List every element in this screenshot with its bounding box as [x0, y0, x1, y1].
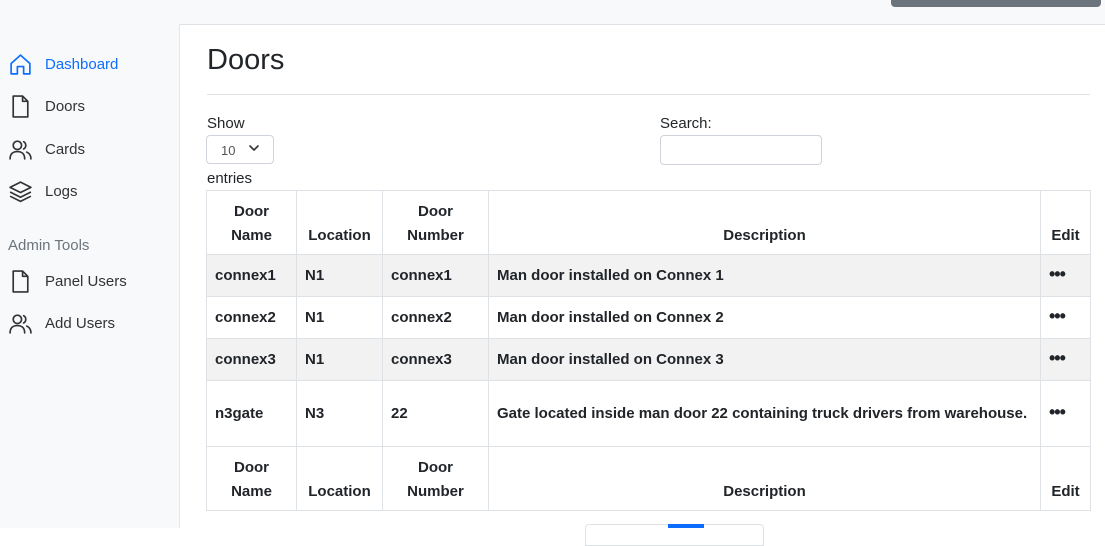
more-options-icon[interactable]: ••• — [1049, 349, 1066, 367]
location-cell: N1 — [296, 338, 383, 381]
sidebar-item-add-users[interactable]: Add Users — [8, 308, 115, 338]
sidebar-item-label: Panel Users — [45, 272, 127, 290]
location-cell: N3 — [296, 380, 383, 447]
page-title: Doors — [207, 44, 285, 76]
entries-label: entries — [207, 170, 253, 187]
file-icon — [12, 269, 29, 293]
table-row: connex3 N1 connex3 Man door installed on… — [206, 338, 1091, 381]
sidebar-item-label: Dashboard — [45, 55, 119, 73]
more-options-icon[interactable]: ••• — [1049, 307, 1066, 325]
table-row: connex2 N1 connex2 Man door installed on… — [206, 296, 1091, 339]
footer-header-edit: Edit — [1040, 446, 1091, 511]
door-name-cell: connex1 — [206, 254, 297, 297]
file-icon — [12, 94, 29, 118]
show-label: Show — [207, 115, 245, 132]
door-number-cell: 22 — [382, 380, 489, 447]
edit-cell: ••• — [1040, 254, 1091, 297]
description-cell: Gate located inside man door 22 containi… — [488, 380, 1041, 447]
door-name-cell: connex2 — [206, 296, 297, 339]
description-cell: Man door installed on Connex 1 — [488, 254, 1041, 297]
table-header-row: Door Name Location Door Number Descripti… — [206, 190, 1091, 255]
user-menu-button[interactable] — [891, 0, 1101, 7]
pagination[interactable] — [585, 524, 764, 546]
footer-header-location: Location — [296, 446, 383, 511]
column-header-door-name[interactable]: Door Name — [206, 190, 297, 255]
sidebar-item-logs[interactable]: Logs — [8, 176, 78, 206]
column-header-location[interactable]: Location — [296, 190, 383, 255]
sidebar-item-cards[interactable]: Cards — [8, 134, 85, 164]
pagination-active-page[interactable] — [668, 524, 704, 528]
search-input[interactable] — [660, 135, 822, 165]
table-footer-row: Door Name Location Door Number Descripti… — [206, 446, 1091, 511]
door-number-cell: connex2 — [382, 296, 489, 339]
column-header-door-number[interactable]: Door Number — [382, 190, 489, 255]
column-header-description[interactable]: Description — [488, 190, 1041, 255]
description-cell: Man door installed on Connex 2 — [488, 296, 1041, 339]
search-label: Search: — [660, 115, 712, 132]
sidebar-item-doors[interactable]: Doors — [8, 91, 85, 121]
edit-cell: ••• — [1040, 380, 1091, 447]
door-number-cell: connex1 — [382, 254, 489, 297]
entries-length-value: 10 — [221, 143, 236, 158]
top-navbar — [0, 0, 1105, 25]
sidebar-item-label: Doors — [45, 97, 86, 115]
location-cell: N1 — [296, 254, 383, 297]
entries-length-select[interactable]: 10 — [206, 135, 274, 164]
edit-cell: ••• — [1040, 338, 1091, 381]
chevron-down-icon — [249, 145, 259, 151]
door-number-cell: connex3 — [382, 338, 489, 381]
sidebar-item-label: Add Users — [45, 314, 116, 332]
title-divider — [207, 94, 1090, 95]
more-options-icon[interactable]: ••• — [1049, 265, 1066, 283]
door-name-cell: n3gate — [206, 380, 297, 447]
sidebar-heading-admin-tools: Admin Tools — [8, 237, 90, 254]
users-icon — [9, 139, 32, 160]
doors-table: Door Name Location Door Number Descripti… — [206, 190, 1091, 511]
description-cell: Man door installed on Connex 3 — [488, 338, 1041, 381]
table-row: n3gate N3 22 Gate located inside man doo… — [206, 380, 1091, 447]
sidebar-item-label: Cards — [45, 140, 86, 158]
main-content: Doors Show 10 entries Search: Door Name … — [180, 24, 1105, 546]
door-name-cell: connex3 — [206, 338, 297, 381]
sidebar-item-dashboard[interactable]: Dashboard — [8, 49, 118, 79]
more-options-icon[interactable]: ••• — [1049, 403, 1066, 421]
home-icon — [10, 53, 31, 75]
edit-cell: ••• — [1040, 296, 1091, 339]
table-row: connex1 N1 connex1 Man door installed on… — [206, 254, 1091, 297]
footer-header-door-number: Door Number — [382, 446, 489, 511]
sidebar: Dashboard Doors Cards Logs Admin Tools P… — [0, 24, 180, 528]
sidebar-item-label: Logs — [45, 182, 78, 200]
users-icon — [9, 313, 32, 334]
sidebar-item-panel-users[interactable]: Panel Users — [8, 266, 127, 296]
footer-header-description: Description — [488, 446, 1041, 511]
footer-header-door-name: Door Name — [206, 446, 297, 511]
column-header-edit: Edit — [1040, 190, 1091, 255]
location-cell: N1 — [296, 296, 383, 339]
layers-icon — [9, 180, 32, 202]
